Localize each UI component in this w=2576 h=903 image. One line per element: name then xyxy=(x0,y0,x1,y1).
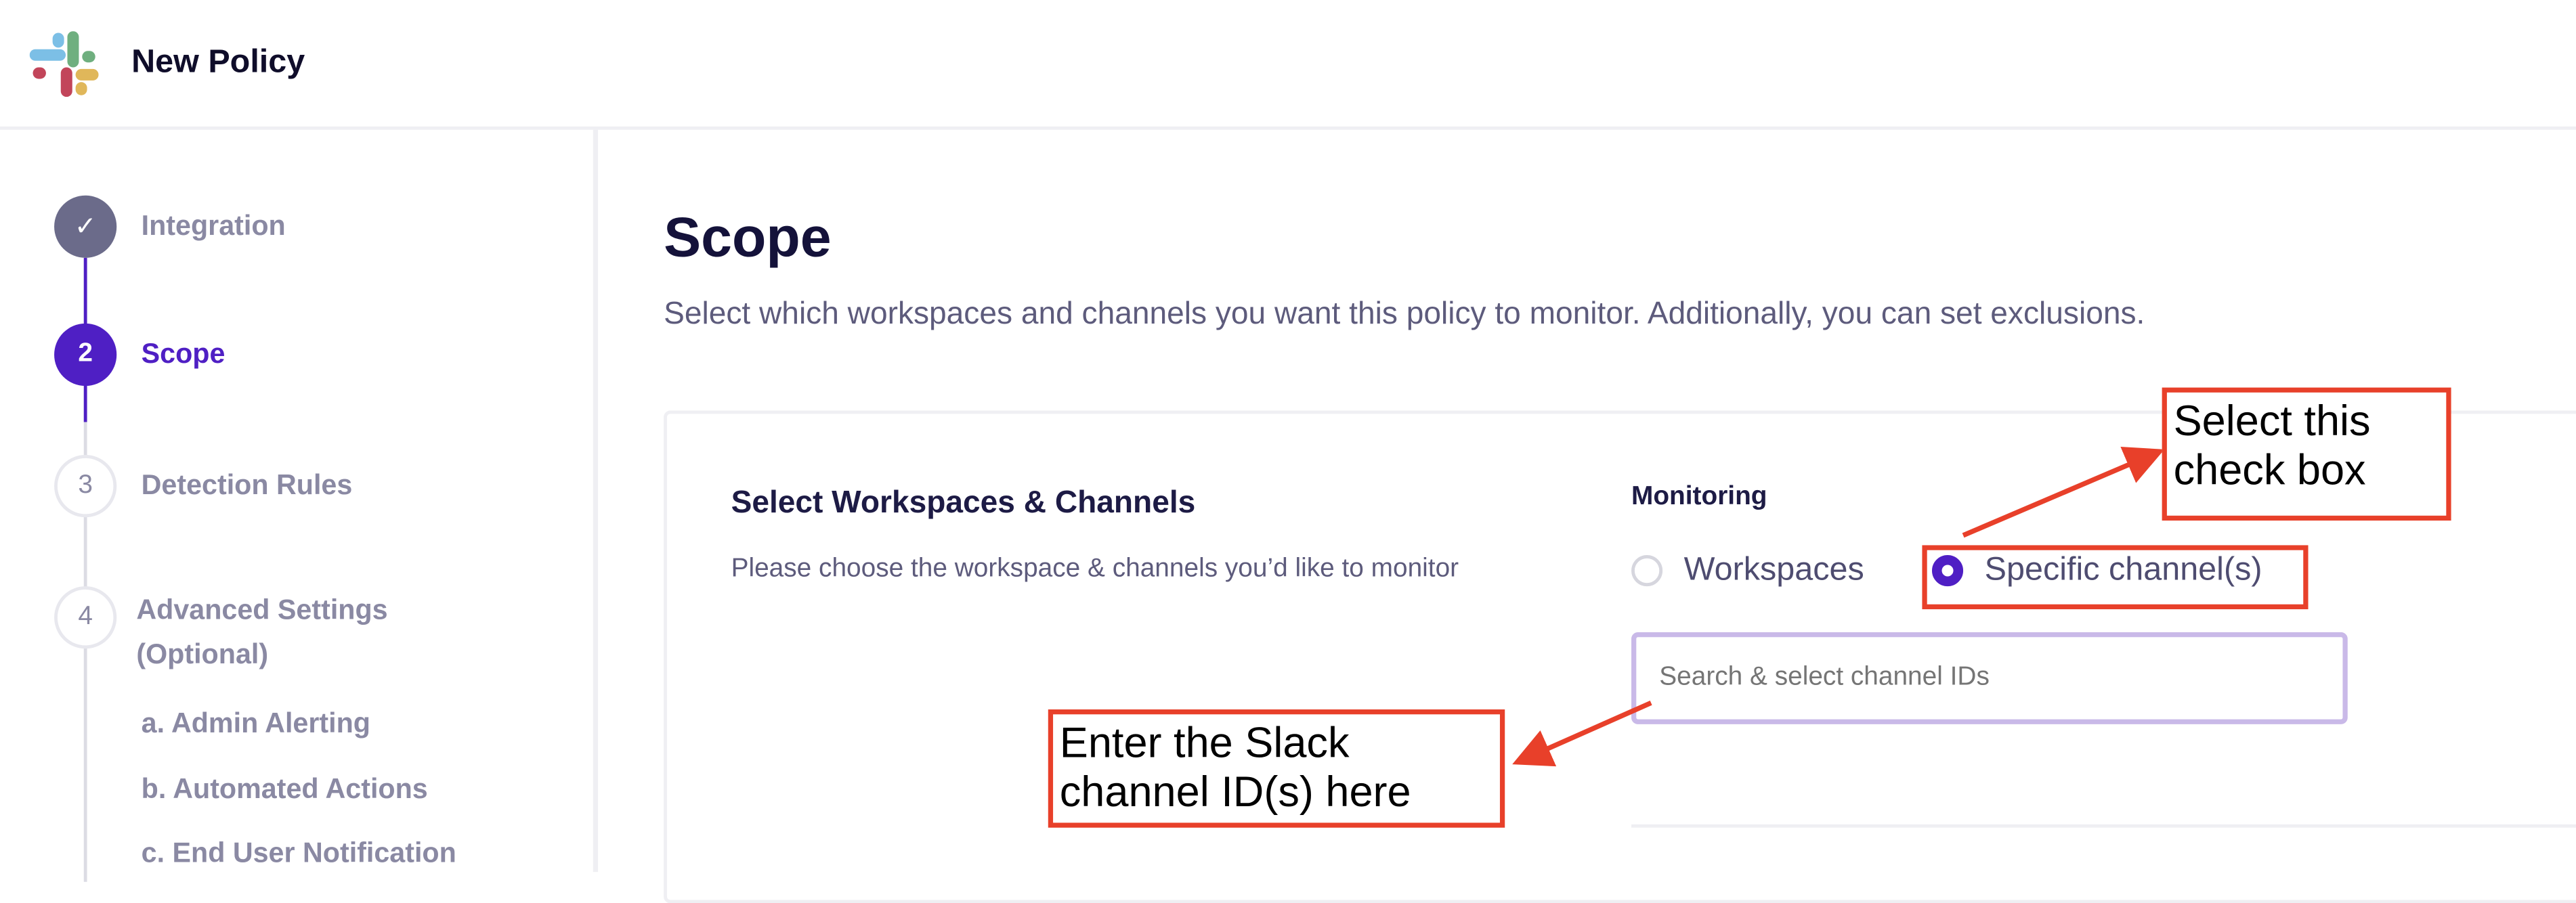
arrow-to-select-box xyxy=(1963,454,2155,535)
annotation-select: Select this check box xyxy=(2162,388,2451,521)
annotation-enter: Enter the Slack channel ID(s) here xyxy=(1048,709,1505,828)
arrow-to-enter-box xyxy=(1521,703,1651,760)
highlight-box xyxy=(1922,545,2308,609)
page: New Policy ✓ Integration 2 Scope 3 Detec… xyxy=(0,0,2576,872)
